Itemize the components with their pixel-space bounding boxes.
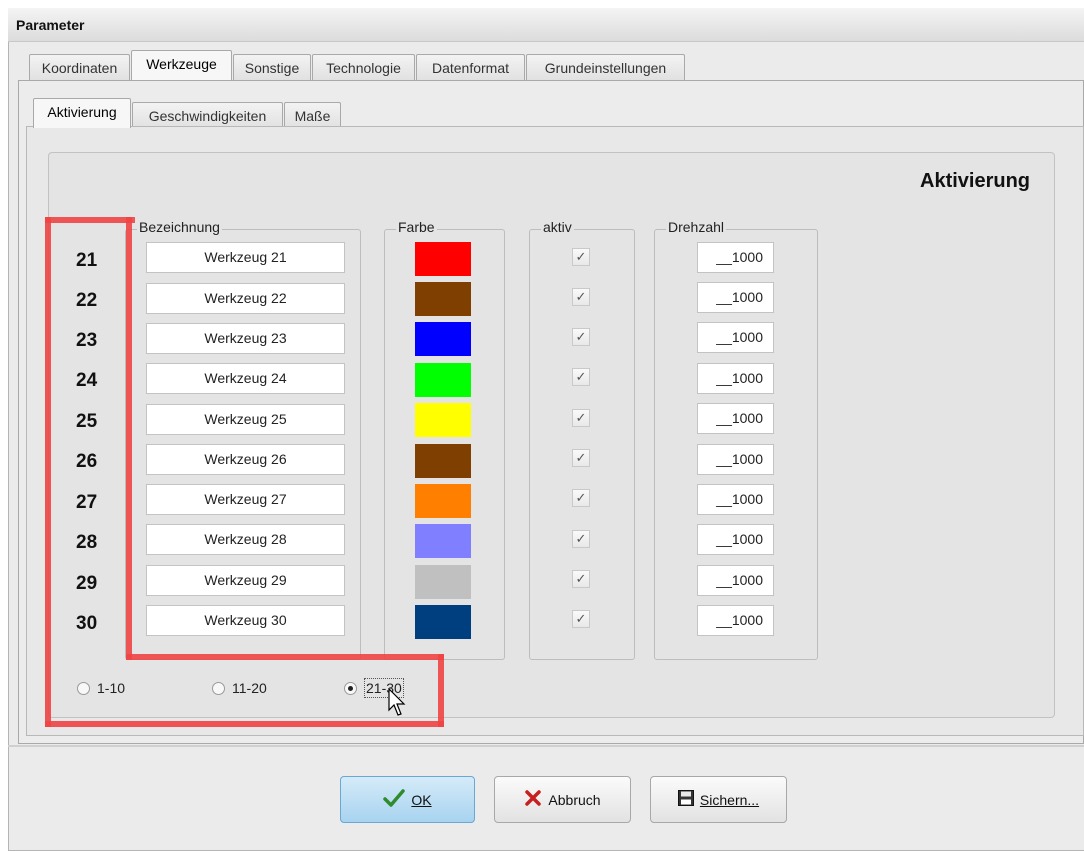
highlight-right-edge bbox=[438, 654, 444, 727]
drehzahl-header: Drehzahl bbox=[666, 219, 727, 235]
cancel-button-label: Abbruch bbox=[548, 791, 601, 808]
tab-technologie[interactable]: Technologie bbox=[312, 54, 415, 80]
tool-color-swatch[interactable] bbox=[415, 322, 471, 356]
tool-rpm-input[interactable]: __1000 bbox=[697, 605, 774, 636]
ok-button-label: OK bbox=[411, 791, 432, 808]
highlight-inner-vertical bbox=[126, 217, 132, 660]
title-bar[interactable] bbox=[8, 8, 1084, 42]
range-label-1-10: 1-10 bbox=[97, 680, 126, 696]
tool-name-input[interactable]: Werkzeug 30 bbox=[146, 605, 345, 636]
save-button-label: Sichern... bbox=[699, 791, 760, 808]
tool-color-swatch[interactable] bbox=[415, 242, 471, 276]
tool-active-checkbox[interactable]: ✓ bbox=[572, 368, 590, 386]
tool-number: 22 bbox=[76, 290, 98, 311]
tool-name-input[interactable]: Werkzeug 25 bbox=[146, 404, 345, 435]
tool-active-checkbox[interactable]: ✓ bbox=[572, 530, 590, 548]
tool-active-checkbox[interactable]: ✓ bbox=[572, 489, 590, 507]
tool-color-swatch[interactable] bbox=[415, 605, 471, 639]
tool-rpm-input[interactable]: __1000 bbox=[697, 242, 774, 273]
tool-number: 24 bbox=[76, 370, 98, 391]
tool-number: 25 bbox=[76, 411, 98, 432]
tool-active-checkbox[interactable]: ✓ bbox=[572, 570, 590, 588]
tab-geschwindigkeiten[interactable]: Geschwindigkeiten bbox=[132, 102, 283, 128]
floppy-disk-icon bbox=[677, 790, 694, 809]
tab-koordinaten[interactable]: Koordinaten bbox=[29, 54, 130, 80]
tool-color-swatch[interactable] bbox=[415, 444, 471, 478]
tab-sonstige[interactable]: Sonstige bbox=[233, 54, 311, 80]
highlight-top-edge bbox=[45, 217, 135, 223]
tool-name-input[interactable]: Werkzeug 27 bbox=[146, 484, 345, 515]
tool-number: 28 bbox=[76, 532, 98, 553]
footer-separator bbox=[8, 745, 1084, 747]
farbe-header: Farbe bbox=[396, 219, 437, 235]
tab-masse[interactable]: Maße bbox=[284, 102, 341, 128]
tool-name-input[interactable]: Werkzeug 22 bbox=[146, 283, 345, 314]
section-heading: Aktivierung bbox=[920, 170, 1031, 192]
tool-name-input[interactable]: Werkzeug 29 bbox=[146, 565, 345, 596]
highlight-left-edge bbox=[45, 217, 51, 727]
window-title: Parameter bbox=[16, 17, 85, 33]
tool-name-input[interactable]: Werkzeug 21 bbox=[146, 242, 345, 273]
tool-active-checkbox[interactable]: ✓ bbox=[572, 409, 590, 427]
tab-aktivierung[interactable]: Aktivierung bbox=[33, 98, 131, 128]
highlight-bottom-edge bbox=[45, 721, 444, 727]
aktiv-header: aktiv bbox=[541, 219, 574, 235]
tool-rpm-input[interactable]: __1000 bbox=[697, 363, 774, 394]
tool-active-checkbox[interactable]: ✓ bbox=[572, 288, 590, 306]
mouse-cursor-icon bbox=[388, 688, 406, 716]
tool-name-input[interactable]: Werkzeug 23 bbox=[146, 323, 345, 354]
tool-number: 27 bbox=[76, 492, 98, 513]
tool-color-swatch[interactable] bbox=[415, 565, 471, 599]
range-radio-11-20[interactable] bbox=[212, 682, 225, 695]
tool-rpm-input[interactable]: __1000 bbox=[697, 565, 774, 596]
tool-color-swatch[interactable] bbox=[415, 282, 471, 316]
tool-rpm-input[interactable]: __1000 bbox=[697, 444, 774, 475]
tool-active-checkbox[interactable]: ✓ bbox=[572, 248, 590, 266]
tool-active-checkbox[interactable]: ✓ bbox=[572, 449, 590, 467]
tool-number: 23 bbox=[76, 330, 98, 351]
tool-rpm-input[interactable]: __1000 bbox=[697, 403, 774, 434]
checkmark-icon bbox=[383, 789, 406, 810]
tool-color-swatch[interactable] bbox=[415, 484, 471, 518]
tool-color-swatch[interactable] bbox=[415, 403, 471, 437]
tool-number: 29 bbox=[76, 573, 98, 594]
tab-werkzeuge[interactable]: Werkzeuge bbox=[131, 50, 232, 80]
range-radio-1-10[interactable] bbox=[77, 682, 90, 695]
range-label-11-20: 11-20 bbox=[232, 680, 267, 696]
tool-rpm-input[interactable]: __1000 bbox=[697, 524, 774, 555]
highlight-inner-horizontal bbox=[126, 654, 444, 660]
tool-color-swatch[interactable] bbox=[415, 363, 471, 397]
tool-rpm-input[interactable]: __1000 bbox=[697, 484, 774, 515]
tool-name-input[interactable]: Werkzeug 26 bbox=[146, 444, 345, 475]
tool-name-input[interactable]: Werkzeug 24 bbox=[146, 363, 345, 394]
tool-active-checkbox[interactable]: ✓ bbox=[572, 328, 590, 346]
bezeichnung-header: Bezeichnung bbox=[137, 219, 222, 235]
cancel-button[interactable]: Abbruch bbox=[494, 776, 631, 823]
tool-number: 26 bbox=[76, 451, 98, 472]
tool-color-swatch[interactable] bbox=[415, 524, 471, 558]
tool-rpm-input[interactable]: __1000 bbox=[697, 322, 774, 353]
tool-number: 30 bbox=[76, 613, 98, 634]
save-button[interactable]: Sichern... bbox=[650, 776, 787, 823]
ok-button[interactable]: OK bbox=[340, 776, 475, 823]
tool-active-checkbox[interactable]: ✓ bbox=[572, 610, 590, 628]
tool-rpm-input[interactable]: __1000 bbox=[697, 282, 774, 313]
tab-datenformat[interactable]: Datenformat bbox=[416, 54, 525, 80]
tool-number: 21 bbox=[76, 250, 98, 271]
tab-grundeinstellungen[interactable]: Grundeinstellungen bbox=[526, 54, 685, 80]
range-radio-21-30[interactable] bbox=[344, 682, 357, 695]
x-icon bbox=[524, 789, 542, 810]
tool-name-input[interactable]: Werkzeug 28 bbox=[146, 524, 345, 555]
